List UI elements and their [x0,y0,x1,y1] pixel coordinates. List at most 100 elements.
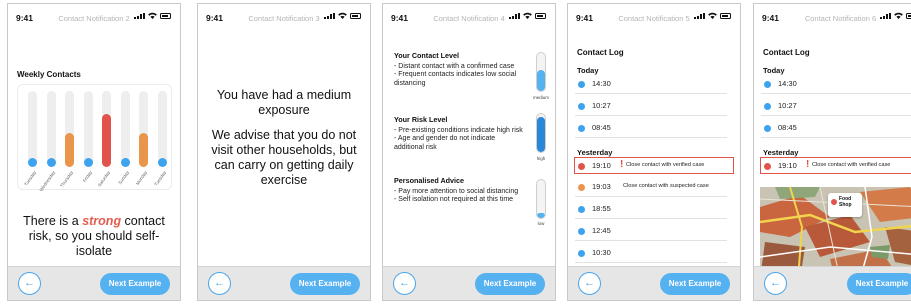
day-label: Thursday [53,170,74,197]
status-icons [880,12,911,19]
log-time: 19:03 [592,182,611,191]
block-line: - Self isolation not required at this ti… [394,196,524,204]
status-dot-icon [578,81,585,88]
contact-bar-orange [65,133,74,167]
risk-message: There is a strong contact risk, so you s… [12,214,176,259]
exposure-message: You have had a medium exposure We advise… [208,88,360,188]
log-time: 10:30 [592,248,611,257]
status-dot-icon [764,125,771,132]
battery-icon [160,13,171,19]
log-time: 12:45 [592,226,611,235]
next-example-button[interactable]: Next Example [847,273,911,295]
log-description: Close contact with verified case [626,162,704,168]
log-row[interactable]: 08:45 [761,120,911,138]
day-label: Saturday [90,170,111,197]
log-time: 19:10 [592,161,611,170]
exposure-line: You have had a medium exposure [208,88,360,118]
log-time: 19:10 [778,161,797,170]
status-dot-icon [578,163,585,170]
next-example-button[interactable]: Next Example [100,273,170,295]
log-row[interactable]: 10:27 [761,98,911,116]
gauge-label: low [526,221,556,226]
status-bar: 9:41 Contact Notification 5 [568,4,740,30]
status-dot-icon [578,206,585,213]
contact-bar-track [47,91,56,167]
log-row[interactable]: 12:45 [575,223,727,241]
next-example-button[interactable]: Next Example [290,273,360,295]
status-dot-icon [764,103,771,110]
day-label: Monday [127,170,148,197]
battery-icon [720,13,731,19]
risk-text-before: There is a [23,214,82,228]
log-row[interactable]: 14:30 [575,76,727,94]
block-line: - Distant contact with a confirmed case [394,63,524,71]
log-row[interactable]: 08:45 [575,120,727,138]
block-heading: Your Risk Level [394,116,524,124]
footer: ← Next Example [198,266,370,300]
block-line: - Age and gender do not indicate additio… [394,135,524,151]
log-row[interactable]: 18:55 [575,201,727,219]
block-heading: Personalised Advice [394,177,524,185]
weekly-contacts-chart: TuesdayWednesdayThursdayFridaySaturdaySu… [17,84,172,190]
contact-bar-track [84,91,93,167]
log-row[interactable]: 19:10!Close contact with verified case [760,157,911,174]
log-row[interactable]: 19:10!Close contact with verified case [574,157,734,174]
signal-icon [880,13,891,19]
gauge-label: high [526,156,556,161]
status-dot-icon [764,163,771,170]
phone-screen-2: 9:41 Contact Notification 3 You have had… [197,3,371,301]
gauge-fill [537,117,545,152]
footer: ← Next Example [383,266,555,300]
back-button[interactable]: ← [208,272,231,295]
footer: ← Next Example [8,266,180,300]
personalised-advice-gauge [536,179,546,219]
log-row[interactable]: 10:27 [575,98,727,116]
contact-bar-track [102,91,111,167]
advice-line: We advise that you do not visit other ho… [208,128,360,188]
back-button[interactable]: ← [578,272,601,295]
gauge-fill [537,213,545,218]
contact-bar-blue [47,158,56,167]
log-row[interactable]: 14:30 [761,76,911,94]
contact-bar-track [121,91,130,167]
battery-icon [350,13,361,19]
risk-word: strong [82,214,121,228]
wifi-icon [338,12,347,19]
back-button[interactable]: ← [393,272,416,295]
back-button[interactable]: ← [18,272,41,295]
contact-bar-red [102,114,111,167]
status-icons [509,12,546,19]
block-heading: Your Contact Level [394,52,524,60]
phone-screen-5: 9:41 Contact Notification 6 Contact Log … [753,3,911,301]
log-row[interactable]: 19:03Close contact with suspected case [575,179,727,197]
log-time: 08:45 [592,123,611,132]
phone-screen-1: 9:41 Contact Notification 2 Weekly Conta… [7,3,181,301]
contact-bar-blue [121,158,130,167]
signal-icon [134,13,145,19]
status-dot-icon [578,228,585,235]
contact-log-title: Contact Log [577,48,624,57]
wifi-icon [148,12,157,19]
weekly-contacts-heading: Weekly Contacts [17,70,81,79]
status-dot-icon [578,184,585,191]
contact-bar-blue [158,158,167,167]
log-row[interactable]: 10:30 [575,245,727,263]
status-dot-icon [578,103,585,110]
contact-level-gauge [536,52,546,92]
status-icons [694,12,731,19]
alert-icon: ! [806,159,809,170]
next-example-button[interactable]: Next Example [475,273,545,295]
status-bar: 9:41 Contact Notification 3 [198,4,370,30]
footer: ← Next Example [568,266,740,300]
phone-screen-3: 9:41 Contact Notification 4 Your Contact… [382,3,556,301]
next-example-button[interactable]: Next Example [660,273,730,295]
contact-bar-orange [139,133,148,167]
status-bar: 9:41 Contact Notification 4 [383,4,555,30]
status-icons [324,12,361,19]
map-tooltip[interactable]: Food Shop [828,193,862,217]
back-button[interactable]: ← [764,272,787,295]
log-time: 18:55 [592,204,611,213]
signal-icon [694,13,705,19]
contact-bar-track [139,91,148,167]
risk-level-block: Your Risk Level - Pre-existing condition… [394,116,524,152]
